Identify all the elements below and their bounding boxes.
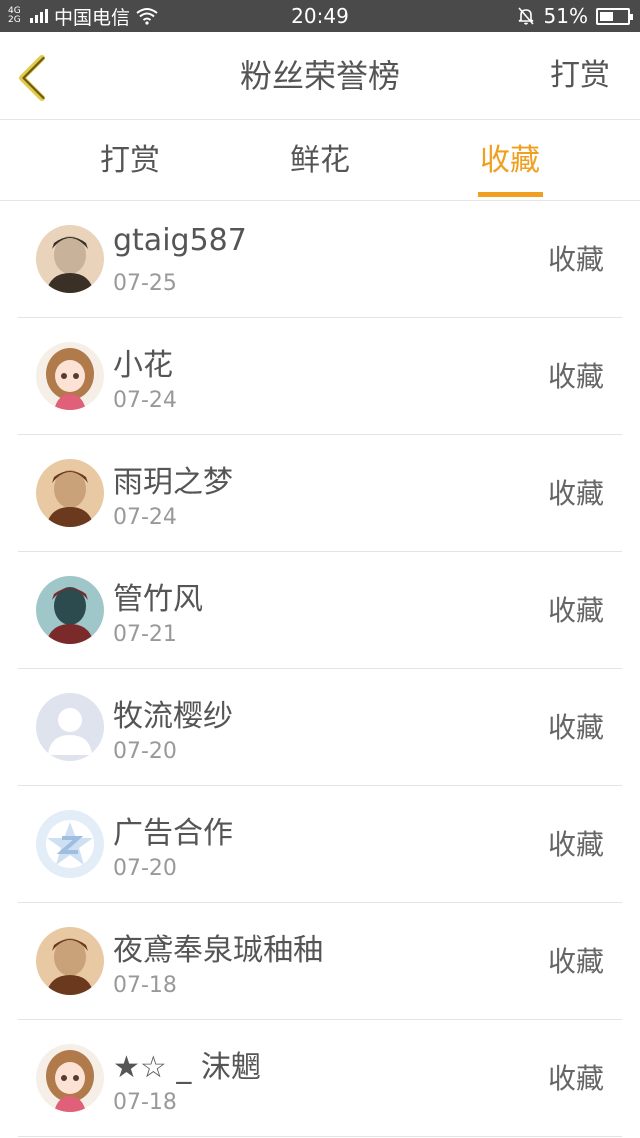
fan-list-item[interactable]: 牧流樱纱 07-20 收藏: [18, 669, 622, 786]
fan-date: 07-24: [113, 388, 177, 413]
fan-list-item[interactable]: 夜鳶奉泉珹秞秞 07-18 收藏: [18, 903, 622, 1020]
navigation-header: 粉丝荣誉榜 打赏: [0, 32, 640, 120]
fan-name: 广告合作: [113, 816, 233, 851]
mute-bell-icon: [517, 7, 534, 25]
network-2g-label: 2G: [8, 15, 21, 25]
fan-date: 07-18: [113, 1090, 177, 1115]
wifi-icon: [136, 8, 158, 25]
fan-name: 夜鳶奉泉珹秞秞: [113, 933, 323, 968]
avatar[interactable]: [36, 1044, 104, 1112]
fan-name: 牧流樱纱: [113, 699, 233, 734]
fan-name: ★☆ _ 沫魍: [113, 1050, 261, 1085]
status-right: 51%: [516, 0, 633, 32]
back-arrow-icon[interactable]: [14, 54, 50, 102]
active-tab-indicator: [478, 192, 543, 197]
fan-name: gtaig587: [113, 223, 247, 258]
signal-icon: [30, 9, 48, 23]
fan-list-item[interactable]: gtaig587 07-25 收藏: [18, 201, 622, 318]
status-left: 4G 2G 中国电信: [8, 0, 158, 32]
support-type-label: 收藏: [547, 828, 604, 861]
avatar[interactable]: [36, 576, 104, 644]
fan-name: 管竹风: [113, 582, 203, 617]
support-type-label: 收藏: [547, 594, 604, 627]
fan-date: 07-21: [113, 622, 177, 647]
battery-level-fill: [600, 11, 614, 21]
fan-list-item[interactable]: 管竹风 07-21 收藏: [18, 552, 622, 669]
fan-date: 07-18: [113, 973, 177, 998]
fan-list-item[interactable]: 小花 07-24 收藏: [18, 318, 622, 435]
tab-flowers[interactable]: 鲜花: [260, 121, 380, 201]
network-type-indicator: 4G 2G: [8, 7, 24, 25]
support-type-label: 收藏: [547, 945, 604, 978]
avatar[interactable]: [36, 927, 104, 995]
fan-list: gtaig587 07-25 收藏 小花 07-24 收藏 雨玥之梦 07-24 收藏 管竹风 07…: [0, 201, 640, 1137]
tab-favorites[interactable]: 收藏: [450, 121, 570, 201]
fan-date: 07-20: [113, 856, 177, 881]
fan-date: 07-20: [113, 739, 177, 764]
fan-date: 07-24: [113, 505, 177, 530]
ranking-tabs: 打赏 鲜花 收藏: [0, 121, 640, 201]
support-type-label: 收藏: [547, 1062, 604, 1095]
support-type-label: 收藏: [547, 711, 604, 744]
carrier-name: 中国电信: [54, 6, 131, 29]
fan-name: 雨玥之梦: [113, 465, 233, 500]
battery-icon: [596, 7, 633, 25]
battery-percent: 51%: [543, 4, 588, 28]
reward-button[interactable]: 打赏: [550, 32, 610, 120]
avatar[interactable]: [36, 810, 104, 878]
support-type-label: 收藏: [547, 477, 604, 510]
fan-list-item[interactable]: 广告合作 07-20 收藏: [18, 786, 622, 903]
fan-name: 小花: [113, 348, 173, 383]
fan-date: 07-25: [113, 271, 177, 296]
tab-reward[interactable]: 打赏: [70, 121, 190, 201]
avatar[interactable]: [36, 225, 104, 293]
page-title: 粉丝荣誉榜: [239, 57, 400, 95]
avatar[interactable]: [36, 693, 104, 761]
support-type-label: 收藏: [547, 243, 604, 276]
support-type-label: 收藏: [547, 360, 604, 393]
status-bar: 4G 2G 中国电信 20:49 51%: [0, 0, 640, 32]
fan-list-item[interactable]: ★☆ _ 沫魍 07-18 收藏: [18, 1020, 622, 1137]
avatar[interactable]: [36, 342, 104, 410]
avatar[interactable]: [36, 459, 104, 527]
fan-list-item[interactable]: 雨玥之梦 07-24 收藏: [18, 435, 622, 552]
